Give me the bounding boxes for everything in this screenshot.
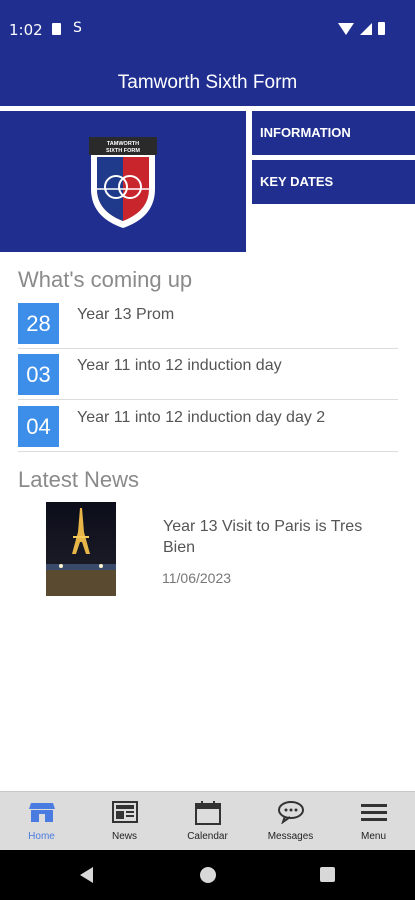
- menu-icon: [360, 804, 387, 821]
- event-title: Year 11 into 12 induction day: [77, 357, 282, 374]
- event-date-box: 03: [18, 354, 59, 395]
- home-button-icon[interactable]: [200, 867, 216, 883]
- sd-card-icon: [52, 23, 61, 35]
- news-date: 11/06/2023: [162, 570, 232, 586]
- signal-icon: [360, 23, 372, 35]
- information-tile[interactable]: INFORMATION: [252, 111, 415, 155]
- tab-menu-label: Menu: [360, 831, 386, 842]
- status-time: 1:02: [9, 21, 43, 39]
- event-item[interactable]: 03 Year 11 into 12 induction day: [18, 352, 398, 400]
- event-date-box: 28: [18, 303, 59, 344]
- news-headline: Year 13 Visit to Paris is Tres Bien: [163, 518, 363, 556]
- recent-apps-icon[interactable]: [320, 867, 335, 882]
- home-icon: [28, 803, 55, 822]
- svg-text:TAMWORTH: TAMWORTH: [107, 141, 139, 147]
- app-header: Tamworth Sixth Form: [0, 58, 415, 106]
- news-thumbnail: [46, 502, 116, 596]
- battery-icon: [378, 22, 385, 35]
- news-icon: [111, 801, 138, 823]
- calendar-icon: [194, 801, 221, 825]
- tab-home[interactable]: Home: [0, 792, 83, 851]
- wifi-icon: [338, 23, 354, 35]
- school-logo-panel: TAMWORTH SIXTH FORM: [0, 111, 246, 252]
- events-section-title: What's coming up: [18, 267, 193, 292]
- bottom-tab-bar: Home News Calendar Messages Menu: [0, 791, 415, 850]
- status-bar: 1:02 S: [0, 0, 415, 58]
- event-date-box: 04: [18, 406, 59, 447]
- tab-news-label: News: [111, 831, 137, 842]
- key-dates-tile[interactable]: KEY DATES: [252, 160, 415, 204]
- system-nav-bar: [0, 850, 415, 900]
- news-section-title: Latest News: [18, 467, 140, 492]
- event-item[interactable]: 04 Year 11 into 12 induction day day 2: [18, 404, 398, 452]
- news-item[interactable]: Year 13 Visit to Paris is Tres Bien 11/0…: [0, 500, 415, 600]
- tab-home-label: Home: [28, 831, 55, 842]
- tab-news[interactable]: News: [83, 792, 166, 851]
- event-item[interactable]: 28 Year 13 Prom: [18, 301, 398, 349]
- tab-messages[interactable]: Messages: [249, 792, 332, 851]
- messages-icon: [277, 801, 304, 824]
- status-indicators: [338, 22, 385, 35]
- tab-calendar[interactable]: Calendar: [166, 792, 249, 851]
- tab-messages-label: Messages: [267, 831, 314, 842]
- tab-calendar-label: Calendar: [187, 831, 228, 842]
- eiffel-tower-photo: [46, 502, 116, 596]
- event-title: Year 11 into 12 induction day day 2: [77, 409, 326, 426]
- back-icon[interactable]: [80, 867, 93, 883]
- page-title: Tamworth Sixth Form: [117, 72, 298, 93]
- school-crest-logo: TAMWORTH SIXTH FORM: [89, 137, 157, 228]
- tab-menu[interactable]: Menu: [332, 792, 415, 851]
- event-title: Year 13 Prom: [77, 306, 175, 323]
- svg-text:SIXTH FORM: SIXTH FORM: [106, 148, 140, 154]
- status-extra-icon: S: [73, 20, 82, 36]
